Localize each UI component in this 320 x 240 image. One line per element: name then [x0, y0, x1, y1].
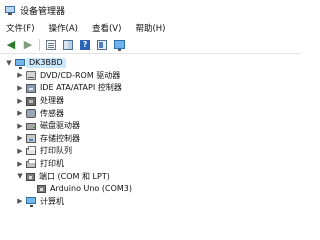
dvd-drive-icon: [26, 71, 36, 81]
disk-drive-icon: [26, 123, 36, 131]
tree-node-label: 打印队列: [40, 146, 72, 156]
tree-node-label: 存储控制器: [40, 133, 80, 143]
properties-button[interactable]: [61, 38, 75, 52]
properties-icon: [63, 39, 73, 50]
chevron-right-icon[interactable]: ▶: [16, 198, 24, 205]
print-queue-icon: [26, 146, 36, 156]
chevron-right-icon[interactable]: ▶: [16, 135, 24, 142]
tree-node-label: 端口 (COM 和 LPT): [39, 171, 110, 181]
tree-node-dvd[interactable]: ▶ DVD/CD-ROM 驱动器: [0, 70, 300, 83]
tree-node-label: Arduino Uno (COM3): [50, 184, 132, 194]
tree-node-label: IDE ATA/ATAPI 控制器: [40, 83, 122, 93]
chevron-down-icon[interactable]: ▼: [16, 173, 24, 180]
forward-arrow-icon: ▶: [23, 38, 33, 51]
help-button[interactable]: ?: [78, 38, 92, 52]
update-driver-button[interactable]: [95, 38, 109, 52]
forward-button[interactable]: ▶: [21, 38, 35, 52]
toolbar-separator: [39, 38, 40, 51]
chevron-right-icon[interactable]: ▶: [16, 122, 24, 130]
chevron-right-icon[interactable]: ▶: [16, 72, 24, 79]
menu-action[interactable]: 操作(A): [47, 22, 80, 34]
tree-node-label: 打印机: [40, 159, 64, 169]
back-arrow-icon: ◀: [6, 38, 16, 51]
tree-node-label: 计算机: [40, 196, 64, 206]
tree-node-storage[interactable]: ▶ 存储控制器: [0, 133, 300, 146]
computer-icon: [15, 58, 25, 69]
title-bar: 设备管理器: [0, 0, 300, 20]
processor-icon: [26, 96, 36, 106]
update-driver-icon: [97, 39, 107, 50]
chevron-down-icon[interactable]: ▼: [5, 59, 13, 67]
sensor-icon: [26, 109, 36, 119]
ide-controller-icon: [26, 83, 36, 93]
tree-node-label: DVD/CD-ROM 驱动器: [40, 70, 121, 80]
printer-icon: [26, 159, 36, 169]
chevron-right-icon[interactable]: ▶: [16, 97, 24, 105]
device-tree: ▼ DK3BBD ▶ DVD/CD-ROM 驱动器 ▶ IDE ATA/ATAP…: [0, 55, 300, 217]
menu-view[interactable]: 查看(V): [90, 22, 123, 34]
tree-root-label: DK3BBD: [26, 58, 66, 69]
tree-node-label: 传感器: [40, 108, 64, 118]
chevron-right-icon[interactable]: ▶: [16, 84, 24, 92]
tree-node-arduino[interactable]: Arduino Uno (COM3): [0, 183, 300, 196]
show-hide-tree-icon: [46, 39, 56, 50]
tree-node-processor[interactable]: ▶ 处理器: [0, 95, 300, 108]
menu-help[interactable]: 帮助(H): [133, 22, 167, 34]
menu-bar: 文件(F) 操作(A) 查看(V) 帮助(H): [0, 20, 300, 36]
tree-node-computer[interactable]: ▶ 计算机: [0, 196, 300, 209]
help-icon: ?: [80, 39, 90, 50]
tree-node-disk[interactable]: ▶ 磁盘驱动器: [0, 120, 300, 133]
show-hide-tree-button[interactable]: [44, 38, 58, 52]
storage-controller-icon: [26, 134, 36, 144]
tree-node-label: 磁盘驱动器: [40, 121, 80, 131]
arduino-port-icon: [37, 185, 46, 194]
chevron-right-icon[interactable]: ▶: [16, 147, 24, 155]
device-manager-icon: [5, 5, 15, 15]
scan-hardware-button[interactable]: [112, 38, 126, 52]
menu-file[interactable]: 文件(F): [4, 22, 37, 34]
port-icon: [26, 172, 35, 181]
tree-node-print-queue[interactable]: ▶ 打印队列: [0, 145, 300, 158]
tree-root[interactable]: ▼ DK3BBD: [0, 57, 300, 70]
tree-node-label: 处理器: [40, 96, 64, 106]
back-button[interactable]: ◀: [4, 38, 18, 52]
tree-node-ports[interactable]: ▼ 端口 (COM 和 LPT): [0, 170, 300, 183]
computer-icon: [26, 197, 36, 208]
chevron-right-icon[interactable]: ▶: [16, 110, 24, 117]
tree-node-printer[interactable]: ▶ 打印机: [0, 158, 300, 171]
window-title: 设备管理器: [20, 6, 66, 17]
tree-node-sensor[interactable]: ▶ 传感器: [0, 107, 300, 120]
tree-node-ide[interactable]: ▶ IDE ATA/ATAPI 控制器: [0, 82, 300, 95]
toolbar: ◀ ▶ ?: [0, 36, 300, 54]
chevron-right-icon[interactable]: ▶: [16, 160, 24, 168]
monitor-icon: [113, 40, 125, 51]
